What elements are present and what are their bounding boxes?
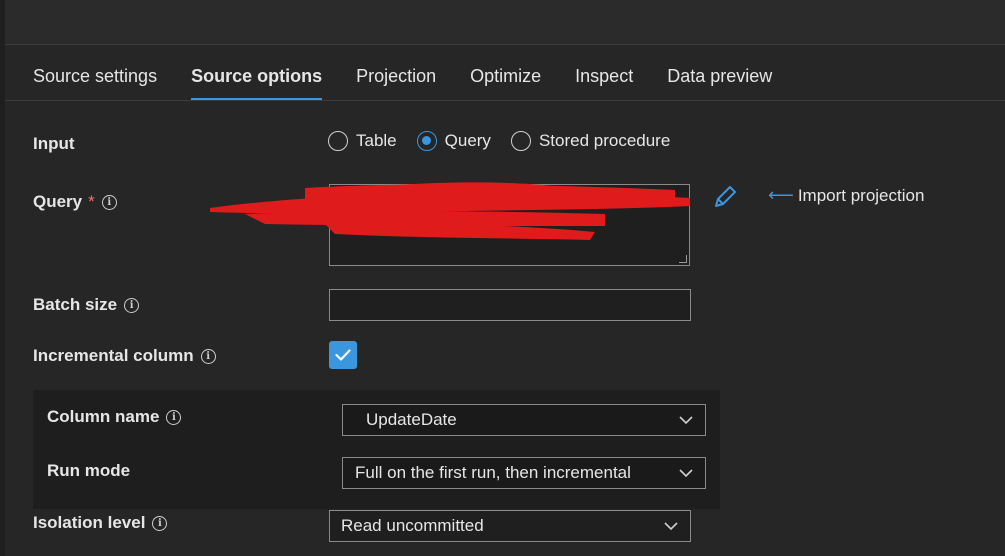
column-name-dropdown[interactable]: UpdateDate	[342, 404, 706, 436]
info-icon[interactable]: i	[124, 297, 140, 313]
tab-divider	[5, 100, 1005, 101]
info-icon[interactable]: i	[200, 348, 216, 364]
tab-projection[interactable]: Projection	[356, 62, 436, 100]
tab-data-preview[interactable]: Data preview	[667, 62, 772, 100]
radio-stored-procedure[interactable]: Stored procedure	[510, 131, 670, 151]
tab-source-settings[interactable]: Source settings	[33, 62, 157, 100]
chevron-down-icon	[679, 416, 693, 425]
input-label: Input	[33, 134, 75, 153]
run-mode-label: Run mode	[47, 461, 131, 480]
input-radio-group: Table Query Stored procedure	[328, 131, 690, 151]
radio-circle	[510, 131, 531, 151]
tab-optimize[interactable]: Optimize	[470, 62, 541, 100]
chevron-down-icon	[679, 469, 693, 478]
arrow-left-icon: ⟵	[768, 185, 794, 205]
run-mode-dropdown[interactable]: Full on the first run, then incremental	[342, 457, 706, 489]
import-projection-button[interactable]: ⟵ Import projection	[768, 185, 924, 206]
top-toolbar	[0, 0, 1005, 45]
incremental-column-checkbox[interactable]	[329, 341, 357, 369]
left-edge	[0, 0, 5, 556]
tab-inspect[interactable]: Inspect	[575, 62, 633, 100]
isolation-level-dropdown[interactable]: Read uncommitted	[329, 510, 691, 542]
info-icon[interactable]: i	[101, 194, 117, 210]
batch-size-label: Batch size i	[33, 295, 140, 315]
batch-size-input[interactable]	[329, 289, 691, 321]
required-marker: *	[88, 192, 95, 211]
resize-grip[interactable]	[679, 255, 687, 263]
query-text-line2: iltec	[358, 217, 387, 234]
query-text-line1: where	[570, 193, 614, 210]
radio-table[interactable]: Table	[328, 131, 397, 151]
tab-bar: Source settings Source options Projectio…	[33, 62, 806, 100]
info-icon[interactable]: i	[166, 409, 182, 425]
pencil-icon[interactable]	[712, 184, 738, 210]
radio-circle-selected	[416, 131, 437, 151]
isolation-level-label: Isolation level i	[33, 513, 168, 533]
info-icon[interactable]: i	[152, 515, 168, 531]
chevron-down-icon	[664, 522, 678, 531]
incremental-column-label: Incremental column i	[33, 346, 216, 366]
tab-source-options[interactable]: Source options	[191, 62, 323, 100]
radio-circle	[328, 131, 348, 151]
radio-query[interactable]: Query	[416, 131, 491, 151]
column-name-label: Column name i	[47, 407, 182, 427]
query-label: Query * i	[33, 192, 117, 212]
checkmark-icon	[335, 349, 351, 361]
query-textarea[interactable]: where iltec	[329, 184, 690, 266]
